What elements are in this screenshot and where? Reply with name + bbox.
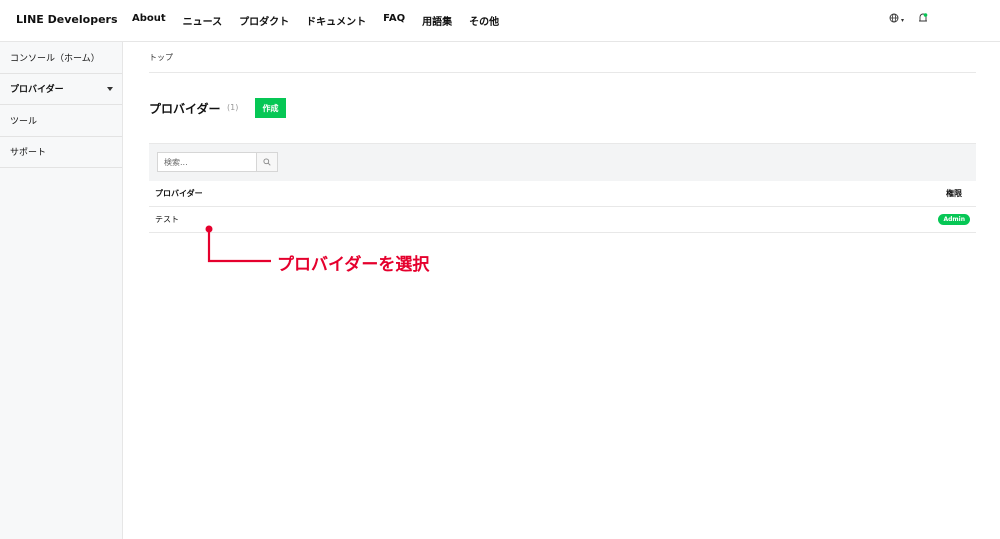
table-header: プロバイダー 権限 — [149, 181, 976, 207]
sidebar-item-label: プロバイダー — [10, 85, 64, 96]
search-input[interactable] — [157, 152, 257, 172]
notification-bell-icon[interactable] — [918, 12, 928, 24]
nav-more[interactable]: その他 — [469, 13, 499, 28]
column-header-provider: プロバイダー — [155, 189, 203, 198]
top-header: LINE Developers About ニュース プロダクト ドキュメント … — [0, 0, 1000, 42]
filter-bar — [149, 143, 976, 181]
annotation-arrow — [205, 225, 271, 263]
globe-icon — [889, 13, 899, 23]
column-header-permission: 権限 — [946, 189, 962, 198]
search-button[interactable] — [256, 152, 278, 172]
role-badge: Admin — [938, 214, 970, 225]
provider-name[interactable]: テスト — [155, 214, 179, 225]
nav-documents[interactable]: ドキュメント — [306, 13, 366, 28]
sidebar-item-tools[interactable]: ツール — [0, 105, 122, 137]
sidebar-item-support[interactable]: サポート — [0, 137, 122, 168]
nav-news[interactable]: ニュース — [183, 13, 223, 28]
nav-about[interactable]: About — [132, 13, 166, 28]
caret-down-icon — [107, 86, 113, 91]
sidebar-item-label: コンソール（ホーム） — [10, 53, 100, 64]
sidebar: コンソール（ホーム） プロバイダー ツール サポート — [0, 42, 123, 539]
main-nav: About ニュース プロダクト ドキュメント FAQ 用語集 その他 — [132, 13, 516, 28]
chevron-down-icon: ▾ — [901, 17, 905, 24]
provider-count: (1) — [227, 103, 239, 112]
nav-products[interactable]: プロダクト — [239, 13, 289, 28]
logo[interactable]: LINE Developers — [16, 13, 118, 26]
search-icon — [263, 158, 271, 166]
sidebar-item-label: ツール — [10, 116, 38, 127]
sidebar-item-label: サポート — [10, 148, 47, 159]
breadcrumb-divider — [149, 72, 976, 73]
nav-faq[interactable]: FAQ — [383, 13, 405, 28]
sidebar-item-console-home[interactable]: コンソール（ホーム） — [0, 42, 122, 74]
sidebar-item-providers[interactable]: プロバイダー — [0, 74, 122, 105]
page-title: プロバイダー — [149, 102, 221, 116]
annotation-label: プロバイダーを選択 — [277, 255, 430, 275]
breadcrumb[interactable]: トップ — [149, 52, 173, 63]
create-provider-button[interactable]: 作成 — [255, 98, 286, 118]
language-selector[interactable]: ▾ — [889, 13, 904, 25]
nav-glossary[interactable]: 用語集 — [422, 13, 452, 28]
